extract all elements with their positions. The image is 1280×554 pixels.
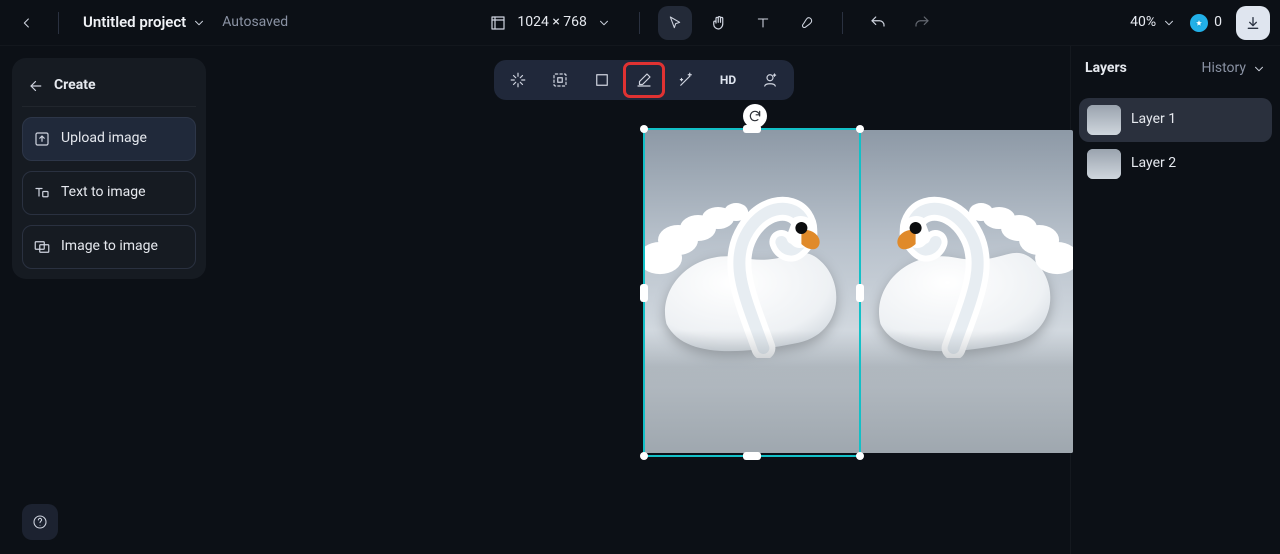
upload-image-button[interactable]: Upload image: [22, 117, 196, 161]
ai-select-tool[interactable]: [542, 65, 578, 95]
create-panel: Create Upload image Text to image Image …: [12, 58, 206, 279]
text-to-image-button[interactable]: Text to image: [22, 171, 196, 215]
zoom-value: 40%: [1130, 13, 1156, 33]
download-button[interactable]: [1236, 6, 1270, 40]
credits-value: 0: [1214, 13, 1222, 33]
separator: [842, 12, 843, 34]
zoom-dropdown[interactable]: 40%: [1130, 13, 1176, 33]
resize-handle-top-right[interactable]: [856, 125, 864, 133]
pointer-tool[interactable]: [658, 6, 692, 40]
hand-tool[interactable]: [702, 6, 736, 40]
selection-bounds[interactable]: [643, 128, 861, 457]
resize-handle-top[interactable]: [743, 125, 761, 133]
separator: [639, 12, 640, 34]
layers-title: Layers: [1085, 59, 1127, 79]
resize-handle-bottom-left[interactable]: [640, 452, 648, 460]
project-title-dropdown[interactable]: Untitled project: [73, 9, 216, 37]
canvas-size-dropdown[interactable]: 1024 × 768: [479, 9, 621, 37]
canvas-dimensions: 1024 × 768: [517, 13, 587, 33]
ai-sparkle-tool[interactable]: [500, 65, 536, 95]
resize-handle-bottom-right[interactable]: [856, 452, 864, 460]
crop-tool[interactable]: [584, 65, 620, 95]
back-arrow-icon: [28, 77, 46, 95]
canvas[interactable]: HD: [218, 46, 1070, 554]
layer-name: Layer 2: [1131, 154, 1176, 174]
undo-button[interactable]: [861, 6, 895, 40]
text-to-image-label: Text to image: [61, 183, 146, 203]
image-to-image-button[interactable]: Image to image: [22, 225, 196, 269]
separator: [58, 12, 59, 34]
face-enhance-tool[interactable]: [752, 65, 788, 95]
upscale-hd-tool[interactable]: HD: [710, 65, 746, 95]
resize-handle-top-left[interactable]: [640, 125, 648, 133]
brush-tool[interactable]: [790, 6, 824, 40]
create-header[interactable]: Create: [22, 68, 196, 107]
context-toolbar: HD: [494, 60, 794, 100]
erase-tool[interactable]: [626, 65, 662, 95]
chevron-down-icon: [1252, 62, 1266, 76]
magic-wand-tool[interactable]: [668, 65, 704, 95]
credits-chip[interactable]: 0: [1190, 13, 1222, 33]
redo-button[interactable]: [905, 6, 939, 40]
save-status: Autosaved: [222, 13, 288, 33]
hd-label: HD: [720, 72, 736, 89]
resize-handle-bottom[interactable]: [743, 452, 761, 460]
history-label: History: [1201, 59, 1246, 79]
help-button[interactable]: [22, 504, 58, 540]
chevron-down-icon: [597, 16, 611, 30]
create-title: Create: [54, 76, 96, 96]
history-tab[interactable]: History: [1201, 59, 1266, 79]
chevron-down-icon: [1162, 16, 1176, 30]
chevron-down-icon: [192, 16, 206, 30]
layer-item[interactable]: Layer 2: [1079, 142, 1272, 186]
layer-item[interactable]: Layer 1: [1079, 98, 1272, 142]
upload-image-label: Upload image: [61, 129, 147, 149]
back-button[interactable]: [10, 6, 44, 40]
credits-icon: [1190, 14, 1208, 32]
text-tool[interactable]: [746, 6, 780, 40]
layer-thumbnail: [1087, 105, 1121, 135]
resize-icon: [489, 14, 507, 32]
layer-name: Layer 1: [1131, 110, 1176, 130]
image-to-image-label: Image to image: [61, 237, 158, 257]
resize-handle-right[interactable]: [856, 284, 864, 302]
project-title: Untitled project: [83, 12, 186, 33]
layer-thumbnail: [1087, 149, 1121, 179]
resize-handle-left[interactable]: [640, 284, 648, 302]
